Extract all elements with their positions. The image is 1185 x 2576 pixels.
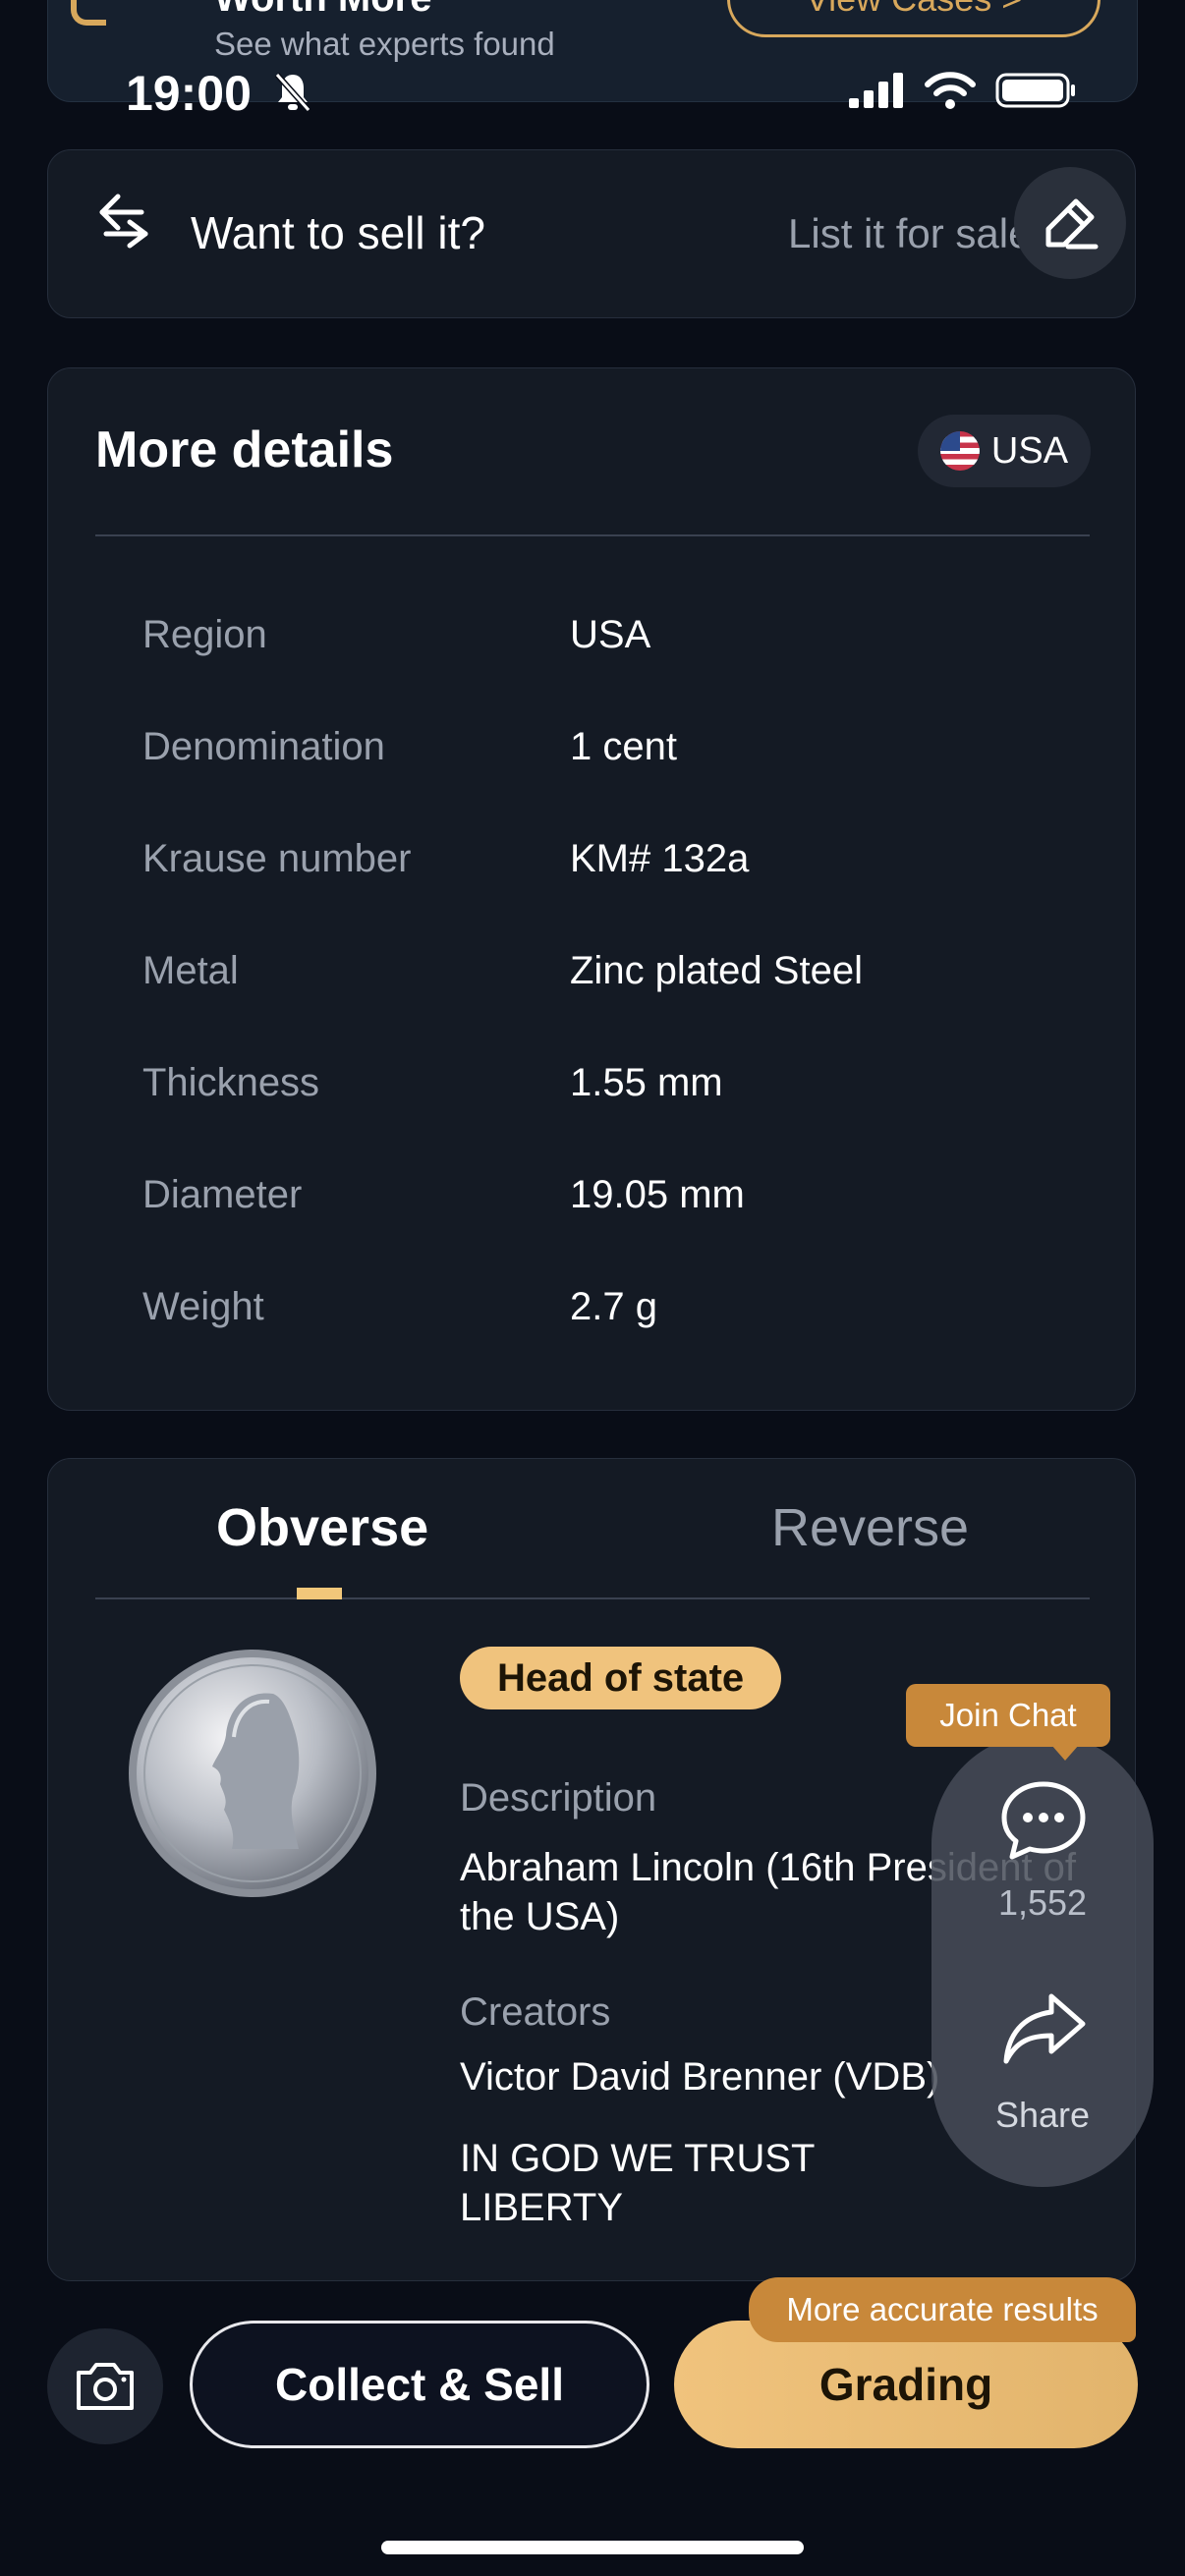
row-label-denomination: Denomination [142,725,385,768]
inscription-line: LIBERTY [460,2186,623,2229]
pencil-icon [1045,198,1099,250]
coin-stack-icon [71,0,106,26]
camera-icon [77,2363,134,2410]
row-value-krause: KM# 132a [570,837,750,880]
chat-bubble-icon[interactable] [996,1778,1091,1863]
row-value-thickness: 1.55 mm [570,1061,723,1104]
camera-button[interactable] [47,2328,163,2444]
creators-value: Victor David Brenner (VDB) [460,2055,940,2099]
tab-reverse[interactable]: Reverse [771,1497,969,1558]
row-label-krause: Krause number [142,837,412,880]
row-label-weight: Weight [142,1285,264,1328]
sell-title: Want to sell it? [191,207,485,258]
row-value-weight: 2.7 g [570,1285,657,1328]
share-arrow-icon[interactable] [1000,1988,1089,2067]
coin-obverse-image[interactable] [126,1647,379,1900]
row-label-metal: Metal [142,949,239,992]
inscription: IN GOD WE TRUST LIBERTY [460,2134,912,2232]
row-label-region: Region [142,613,267,656]
row-label-diameter: Diameter [142,1173,303,1216]
exchange-arrows-icon [99,194,148,249]
collect-and-sell-button[interactable]: Collect & Sell [190,2321,649,2448]
details-title: More details [95,421,394,478]
row-value-region: USA [570,613,651,656]
divider [95,534,1090,536]
chat-count: 1,552 [997,1882,1088,1923]
country-chip[interactable]: USA [918,415,1091,487]
country-label: USA [990,429,1069,472]
category-tag: Head of state [460,1647,782,1709]
banner-title: Worth More [214,0,431,21]
row-value-diameter: 19.05 mm [570,1173,745,1216]
home-indicator[interactable] [381,2541,804,2554]
status-time-text: 19:00 [126,66,252,121]
tab-obverse[interactable]: Obverse [216,1497,428,1558]
row-value-metal: Zinc plated Steel [570,949,863,992]
status-time: 19:00 [126,65,312,122]
description-label: Description [460,1776,657,1820]
status-icons [847,71,1078,114]
signal-icon [849,73,903,108]
banner-subtitle: See what experts found [214,26,555,62]
join-chat-tooltip[interactable]: Join Chat [906,1684,1110,1747]
active-tab-indicator [297,1588,342,1599]
share-label[interactable]: Share [931,2095,1154,2136]
inscription-line: IN GOD WE TRUST [460,2137,816,2180]
tab-divider [95,1597,1090,1599]
row-label-thickness: Thickness [142,1061,320,1104]
battery-icon [995,73,1075,108]
bell-muted-icon [274,73,311,112]
creators-label: Creators [460,1990,611,2034]
tooltip-arrow [1051,1745,1079,1761]
accuracy-tag: More accurate results [749,2277,1136,2342]
us-flag-icon [939,431,980,471]
edit-button[interactable] [1014,167,1126,279]
details-card [47,367,1136,1411]
wifi-icon [925,72,977,109]
row-value-denomination: 1 cent [570,725,677,768]
view-cases-button[interactable]: View Cases > [727,0,1100,37]
